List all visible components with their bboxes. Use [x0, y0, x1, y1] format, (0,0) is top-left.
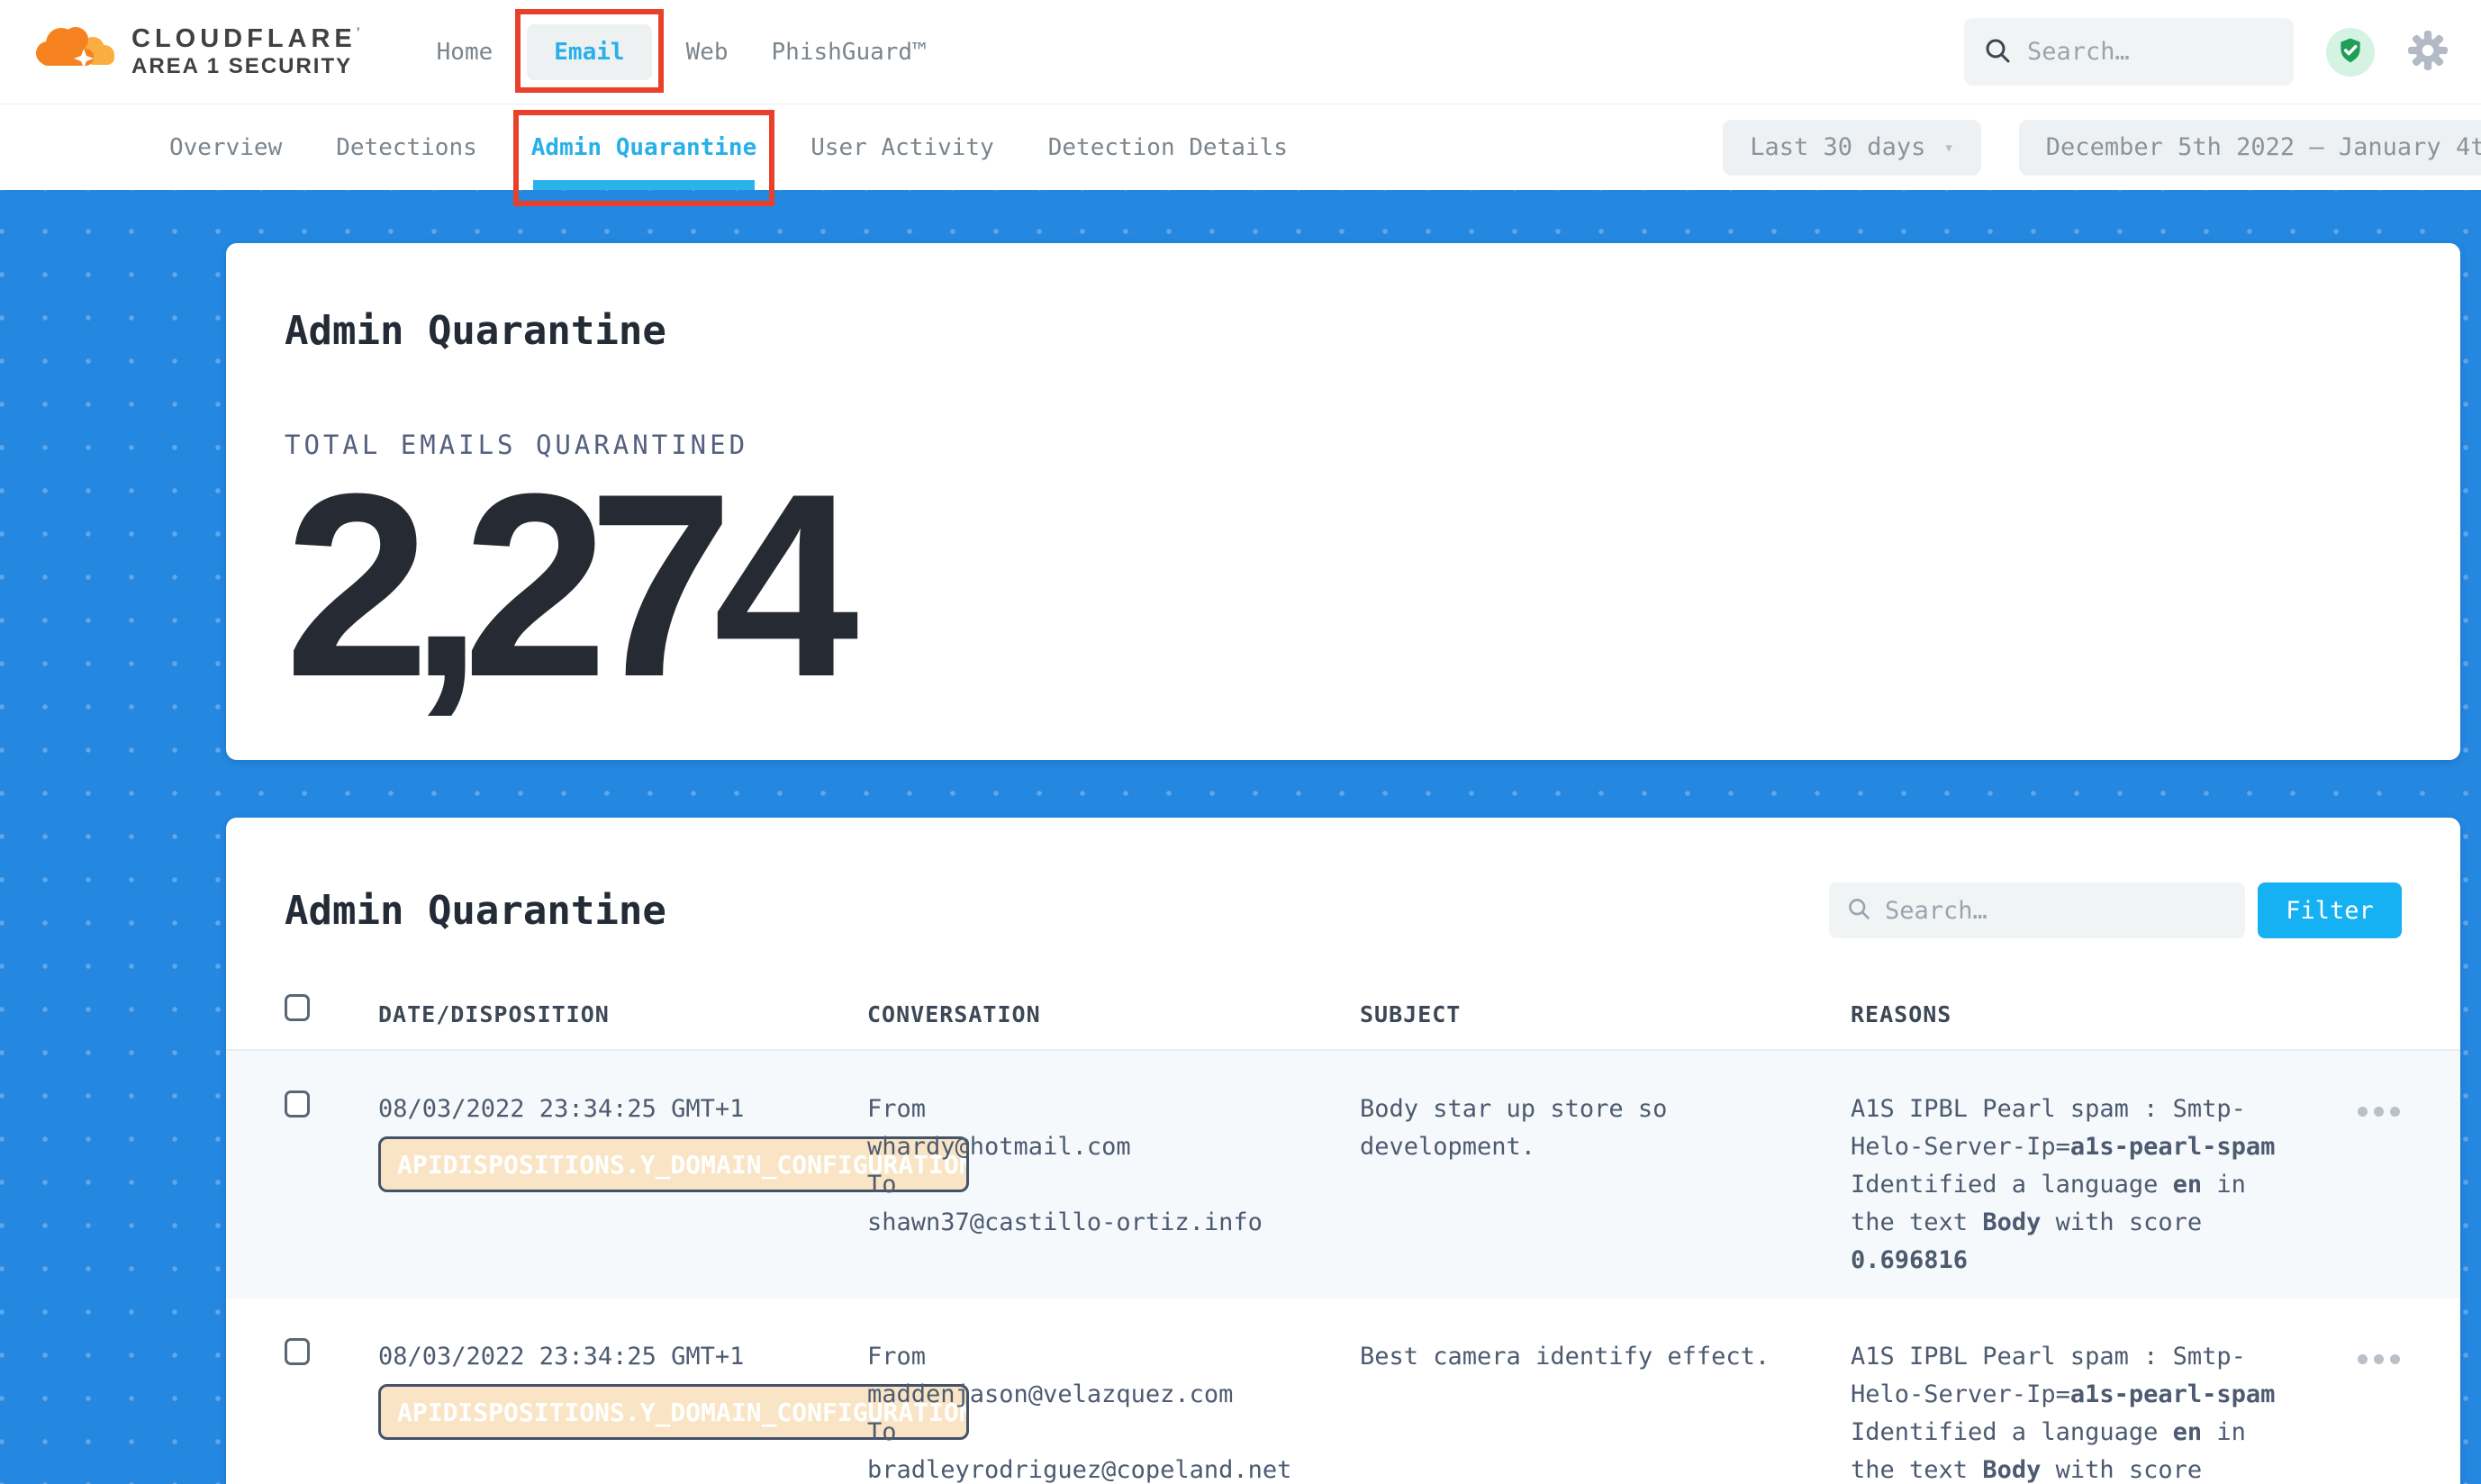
to-email: shawn37@castillo-ortiz.info [867, 1204, 1360, 1242]
row-date: 08/03/2022 23:34:25 GMT+1 [378, 1343, 744, 1371]
from-label: From [867, 1090, 1360, 1128]
page-content: Admin Quarantine TOTAL EMAILS QUARANTINE… [0, 190, 2481, 1484]
nav-item-email[interactable]: Email [527, 24, 651, 80]
row-reasons: A1S IPBL Pearl spam : Smtp-Helo-Server-I… [1851, 1090, 2281, 1280]
filter-button[interactable]: Filter [2258, 882, 2402, 938]
search-icon [1847, 897, 1870, 924]
conversation-cell: From whardy@hotmail.com To shawn37@casti… [867, 1090, 1360, 1298]
nav-item-phishguard[interactable]: PhishGuard™ [763, 26, 936, 78]
column-header-subject: SUBJECT [1360, 1001, 1851, 1027]
tab-overview[interactable]: Overview [169, 104, 282, 190]
subject-cell: Best camera identify effect. [1360, 1338, 1851, 1484]
date-range-display[interactable]: December 5th 2022 — January 4th 2023 [2019, 120, 2481, 176]
search-icon [1984, 37, 2011, 68]
primary-nav: Home Email Web PhishGuard™ [428, 24, 936, 80]
quarantine-table-card: Admin Quarantine Filter DATE/DISPOSITION… [226, 818, 2460, 1484]
caret-down-icon: ▾ [1943, 138, 1953, 158]
tab-detection-details[interactable]: Detection Details [1048, 104, 1288, 190]
select-all-checkbox[interactable] [285, 994, 310, 1021]
to-label: To [867, 1414, 1360, 1452]
to-email: bradleyrodriguez@copeland.net [867, 1452, 1360, 1484]
summary-card: Admin Quarantine TOTAL EMAILS QUARANTINE… [226, 243, 2460, 760]
row-subject: Body star up store so development. [1360, 1090, 1810, 1166]
row-subject: Best camera identify effect. [1360, 1338, 1810, 1376]
tab-user-activity[interactable]: User Activity [810, 104, 994, 190]
table-row[interactable]: 08/03/2022 23:34:25 GMT+1 From whardy@ho… [226, 1051, 2460, 1298]
subject-cell: Body star up store so development. [1360, 1090, 1851, 1298]
row-checkbox[interactable] [285, 1338, 310, 1365]
metric-value: 2,274 [285, 484, 2402, 687]
table-body: 08/03/2022 23:34:25 GMT+1 From whardy@ho… [226, 1051, 2460, 1484]
settings-button[interactable] [2407, 30, 2449, 75]
global-search-input[interactable] [2027, 38, 2274, 66]
gear-icon [2407, 30, 2449, 75]
date-cell: 08/03/2022 23:34:25 GMT+1 [378, 1090, 867, 1298]
date-range-preset-dropdown[interactable]: Last 30 days ▾ [1723, 120, 1981, 176]
to-label: To [867, 1166, 1360, 1204]
nav-item-home[interactable]: Home [428, 26, 503, 78]
row-actions-button[interactable] [2356, 1101, 2402, 1298]
row-date: 08/03/2022 23:34:25 GMT+1 [378, 1095, 744, 1123]
summary-card-title: Admin Quarantine [285, 308, 2402, 354]
cloudflare-logo[interactable]: CLOUDFLARE’ AREA 1 SECURITY [32, 22, 365, 83]
column-header-reasons: REASONS [1851, 1001, 2292, 1027]
column-header-conversation: CONVERSATION [867, 1001, 1360, 1027]
reasons-cell: A1S IPBL Pearl spam : Smtp-Helo-Server-I… [1851, 1090, 2292, 1298]
table-row[interactable]: 08/03/2022 23:34:25 GMT+1 From maddenjas… [226, 1298, 2460, 1484]
reasons-cell: A1S IPBL Pearl spam : Smtp-Helo-Server-I… [1851, 1338, 2292, 1484]
top-bar: CLOUDFLARE’ AREA 1 SECURITY Home Email W… [0, 0, 2481, 104]
logo-brand: CLOUDFLARE’ [131, 24, 365, 54]
table-search[interactable] [1829, 882, 2245, 938]
logo-subtitle: AREA 1 SECURITY [131, 54, 365, 79]
row-actions-button[interactable] [2356, 1349, 2402, 1484]
tab-detections[interactable]: Detections [336, 104, 477, 190]
from-email: whardy@hotmail.com [867, 1128, 1360, 1166]
table-card-title: Admin Quarantine [285, 888, 666, 934]
shield-check-icon [2336, 36, 2365, 68]
tab-admin-quarantine[interactable]: Admin Quarantine [531, 104, 756, 190]
cloudflare-cloud-icon [32, 22, 122, 83]
table-search-input[interactable] [1885, 897, 2227, 925]
column-header-date-disposition: DATE/DISPOSITION [378, 1001, 867, 1027]
global-search[interactable] [1964, 18, 2294, 86]
conversation-cell: From maddenjason@velazquez.com To bradle… [867, 1338, 1360, 1484]
row-reasons: A1S IPBL Pearl spam : Smtp-Helo-Server-I… [1851, 1338, 2281, 1484]
from-label: From [867, 1338, 1360, 1376]
from-email: maddenjason@velazquez.com [867, 1376, 1360, 1414]
nav-item-web[interactable]: Web [677, 26, 738, 78]
table-header-row: DATE/DISPOSITION CONVERSATION SUBJECT RE… [226, 994, 2460, 1051]
email-sub-nav: Overview Detections Admin Quarantine Use… [0, 104, 2481, 190]
security-status-badge[interactable] [2326, 28, 2375, 77]
row-checkbox[interactable] [285, 1090, 310, 1118]
